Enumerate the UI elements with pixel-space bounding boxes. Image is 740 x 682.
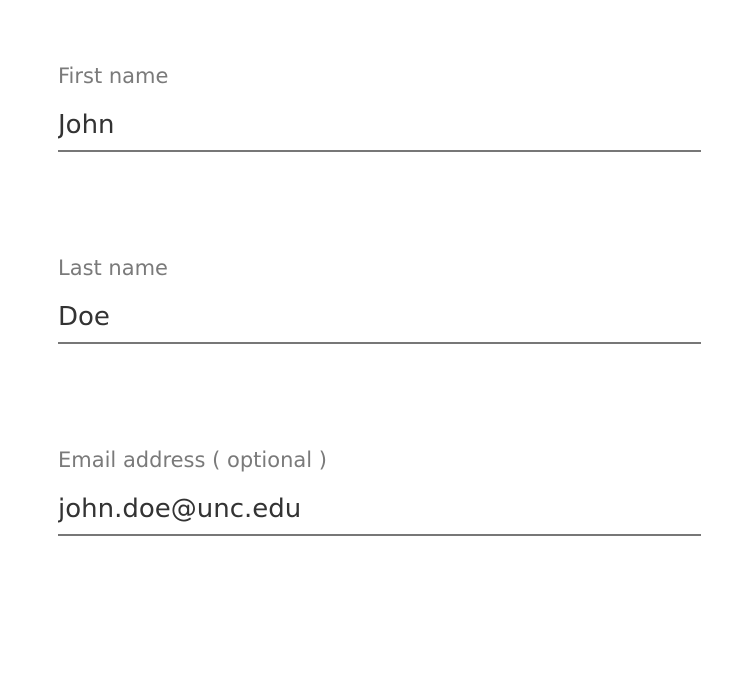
first-name-input[interactable] xyxy=(58,100,701,152)
last-name-input[interactable] xyxy=(58,292,701,344)
email-field-group: Email address ( optional ) xyxy=(58,446,702,556)
email-label: Email address ( optional ) xyxy=(58,448,327,472)
first-name-label: First name xyxy=(58,64,169,88)
last-name-label: Last name xyxy=(58,256,168,280)
email-input[interactable] xyxy=(58,484,701,536)
first-name-field-group: First name xyxy=(58,62,702,172)
last-name-field-group: Last name xyxy=(58,254,702,364)
